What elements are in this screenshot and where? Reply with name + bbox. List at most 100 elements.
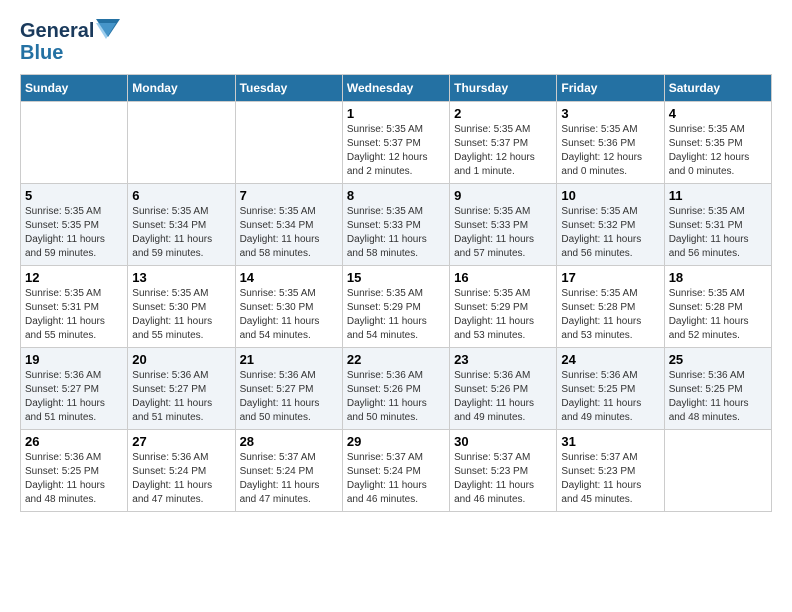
calendar-week-1: 1 Sunrise: 5:35 AM Sunset: 5:37 PM Daylig…	[21, 102, 772, 184]
day-info: Sunrise: 5:35 AM Sunset: 5:29 PM Dayligh…	[347, 287, 445, 343]
weekday-header-row: SundayMondayTuesdayWednesdayThursdayFrid…	[21, 75, 772, 102]
day-info: Sunrise: 5:36 AM Sunset: 5:26 PM Dayligh…	[347, 369, 445, 425]
calendar-week-5: 26 Sunrise: 5:36 AM Sunset: 5:25 PM Dayli…	[21, 430, 772, 512]
calendar-cell: 29 Sunrise: 5:37 AM Sunset: 5:24 PM Dayli…	[342, 430, 449, 512]
day-info: Sunrise: 5:36 AM Sunset: 5:25 PM Dayligh…	[561, 369, 659, 425]
calendar-week-3: 12 Sunrise: 5:35 AM Sunset: 5:31 PM Dayli…	[21, 266, 772, 348]
calendar-cell	[664, 430, 771, 512]
calendar-cell: 17 Sunrise: 5:35 AM Sunset: 5:28 PM Dayli…	[557, 266, 664, 348]
calendar-cell: 10Sunrise: 5:35 AM Sunset: 5:32 PM Dayli…	[557, 184, 664, 266]
day-info: Sunrise: 5:36 AM Sunset: 5:25 PM Dayligh…	[25, 451, 123, 507]
day-info: Sunrise: 5:35 AM Sunset: 5:30 PM Dayligh…	[132, 287, 230, 343]
day-info: Sunrise: 5:35 AM Sunset: 5:35 PM Dayligh…	[25, 205, 123, 261]
day-info: Sunrise: 5:35 AM Sunset: 5:35 PM Dayligh…	[669, 123, 767, 179]
day-number: 21	[240, 352, 338, 367]
day-number: 2	[454, 106, 552, 121]
calendar-cell: 31Sunrise: 5:37 AM Sunset: 5:23 PM Dayli…	[557, 430, 664, 512]
day-info: Sunrise: 5:36 AM Sunset: 5:26 PM Dayligh…	[454, 369, 552, 425]
calendar-cell: 4 Sunrise: 5:35 AM Sunset: 5:35 PM Daylig…	[664, 102, 771, 184]
calendar-body: 1 Sunrise: 5:35 AM Sunset: 5:37 PM Daylig…	[21, 102, 772, 512]
weekday-header-monday: Monday	[128, 75, 235, 102]
calendar-cell: 6 Sunrise: 5:35 AM Sunset: 5:34 PM Daylig…	[128, 184, 235, 266]
calendar-cell	[128, 102, 235, 184]
calendar-table: SundayMondayTuesdayWednesdayThursdayFrid…	[20, 74, 772, 512]
calendar-cell: 16 Sunrise: 5:35 AM Sunset: 5:29 PM Dayli…	[450, 266, 557, 348]
calendar-cell: 15 Sunrise: 5:35 AM Sunset: 5:29 PM Dayli…	[342, 266, 449, 348]
day-info: Sunrise: 5:35 AM Sunset: 5:36 PM Dayligh…	[561, 123, 659, 179]
day-info: Sunrise: 5:35 AM Sunset: 5:32 PM Dayligh…	[561, 205, 659, 261]
day-number: 28	[240, 434, 338, 449]
day-info: Sunrise: 5:35 AM Sunset: 5:34 PM Dayligh…	[132, 205, 230, 261]
day-number: 22	[347, 352, 445, 367]
day-info: Sunrise: 5:36 AM Sunset: 5:27 PM Dayligh…	[25, 369, 123, 425]
day-info: Sunrise: 5:35 AM Sunset: 5:31 PM Dayligh…	[25, 287, 123, 343]
weekday-header-thursday: Thursday	[450, 75, 557, 102]
day-number: 17	[561, 270, 659, 285]
day-info: Sunrise: 5:35 AM Sunset: 5:33 PM Dayligh…	[347, 205, 445, 261]
day-info: Sunrise: 5:35 AM Sunset: 5:37 PM Dayligh…	[454, 123, 552, 179]
calendar-cell: 5Sunrise: 5:35 AM Sunset: 5:35 PM Daylig…	[21, 184, 128, 266]
day-number: 4	[669, 106, 767, 121]
day-number: 30	[454, 434, 552, 449]
calendar-cell: 14 Sunrise: 5:35 AM Sunset: 5:30 PM Dayli…	[235, 266, 342, 348]
calendar-cell: 1 Sunrise: 5:35 AM Sunset: 5:37 PM Daylig…	[342, 102, 449, 184]
day-info: Sunrise: 5:37 AM Sunset: 5:23 PM Dayligh…	[454, 451, 552, 507]
day-number: 8	[347, 188, 445, 203]
day-number: 20	[132, 352, 230, 367]
logo: General Blue	[20, 20, 120, 64]
day-number: 19	[25, 352, 123, 367]
page-header: General Blue	[20, 20, 772, 64]
day-number: 15	[347, 270, 445, 285]
day-info: Sunrise: 5:37 AM Sunset: 5:23 PM Dayligh…	[561, 451, 659, 507]
calendar-cell: 9Sunrise: 5:35 AM Sunset: 5:33 PM Daylig…	[450, 184, 557, 266]
day-number: 18	[669, 270, 767, 285]
day-info: Sunrise: 5:35 AM Sunset: 5:28 PM Dayligh…	[561, 287, 659, 343]
calendar-cell: 26 Sunrise: 5:36 AM Sunset: 5:25 PM Dayli…	[21, 430, 128, 512]
day-number: 24	[561, 352, 659, 367]
day-info: Sunrise: 5:36 AM Sunset: 5:27 PM Dayligh…	[132, 369, 230, 425]
day-info: Sunrise: 5:35 AM Sunset: 5:29 PM Dayligh…	[454, 287, 552, 343]
day-number: 29	[347, 434, 445, 449]
calendar-week-4: 19 Sunrise: 5:36 AM Sunset: 5:27 PM Dayli…	[21, 348, 772, 430]
day-info: Sunrise: 5:37 AM Sunset: 5:24 PM Dayligh…	[240, 451, 338, 507]
calendar-cell: 20 Sunrise: 5:36 AM Sunset: 5:27 PM Dayli…	[128, 348, 235, 430]
calendar-cell	[21, 102, 128, 184]
day-number: 23	[454, 352, 552, 367]
day-info: Sunrise: 5:35 AM Sunset: 5:31 PM Dayligh…	[669, 205, 767, 261]
day-number: 6	[132, 188, 230, 203]
day-number: 27	[132, 434, 230, 449]
calendar-cell: 25Sunrise: 5:36 AM Sunset: 5:25 PM Dayli…	[664, 348, 771, 430]
day-number: 9	[454, 188, 552, 203]
calendar-cell: 23 Sunrise: 5:36 AM Sunset: 5:26 PM Dayli…	[450, 348, 557, 430]
day-number: 14	[240, 270, 338, 285]
day-number: 11	[669, 188, 767, 203]
day-number: 12	[25, 270, 123, 285]
day-number: 1	[347, 106, 445, 121]
calendar-cell: 22 Sunrise: 5:36 AM Sunset: 5:26 PM Dayli…	[342, 348, 449, 430]
calendar-cell: 11 Sunrise: 5:35 AM Sunset: 5:31 PM Dayli…	[664, 184, 771, 266]
day-number: 16	[454, 270, 552, 285]
calendar-cell: 18 Sunrise: 5:35 AM Sunset: 5:28 PM Dayli…	[664, 266, 771, 348]
calendar-cell: 27 Sunrise: 5:36 AM Sunset: 5:24 PM Dayli…	[128, 430, 235, 512]
day-info: Sunrise: 5:35 AM Sunset: 5:28 PM Dayligh…	[669, 287, 767, 343]
calendar-cell: 12 Sunrise: 5:35 AM Sunset: 5:31 PM Dayli…	[21, 266, 128, 348]
day-info: Sunrise: 5:35 AM Sunset: 5:30 PM Dayligh…	[240, 287, 338, 343]
weekday-header-sunday: Sunday	[21, 75, 128, 102]
calendar-cell: 13 Sunrise: 5:35 AM Sunset: 5:30 PM Dayli…	[128, 266, 235, 348]
calendar-cell	[235, 102, 342, 184]
weekday-header-tuesday: Tuesday	[235, 75, 342, 102]
weekday-header-saturday: Saturday	[664, 75, 771, 102]
day-info: Sunrise: 5:37 AM Sunset: 5:24 PM Dayligh…	[347, 451, 445, 507]
day-number: 26	[25, 434, 123, 449]
day-info: Sunrise: 5:35 AM Sunset: 5:37 PM Dayligh…	[347, 123, 445, 179]
calendar-cell: 2 Sunrise: 5:35 AM Sunset: 5:37 PM Daylig…	[450, 102, 557, 184]
day-info: Sunrise: 5:36 AM Sunset: 5:27 PM Dayligh…	[240, 369, 338, 425]
calendar-cell: 7Sunrise: 5:35 AM Sunset: 5:34 PM Daylig…	[235, 184, 342, 266]
day-number: 3	[561, 106, 659, 121]
day-info: Sunrise: 5:36 AM Sunset: 5:24 PM Dayligh…	[132, 451, 230, 507]
day-info: Sunrise: 5:36 AM Sunset: 5:25 PM Dayligh…	[669, 369, 767, 425]
weekday-header-friday: Friday	[557, 75, 664, 102]
day-number: 13	[132, 270, 230, 285]
calendar-week-2: 5Sunrise: 5:35 AM Sunset: 5:35 PM Daylig…	[21, 184, 772, 266]
calendar-cell: 19 Sunrise: 5:36 AM Sunset: 5:27 PM Dayli…	[21, 348, 128, 430]
